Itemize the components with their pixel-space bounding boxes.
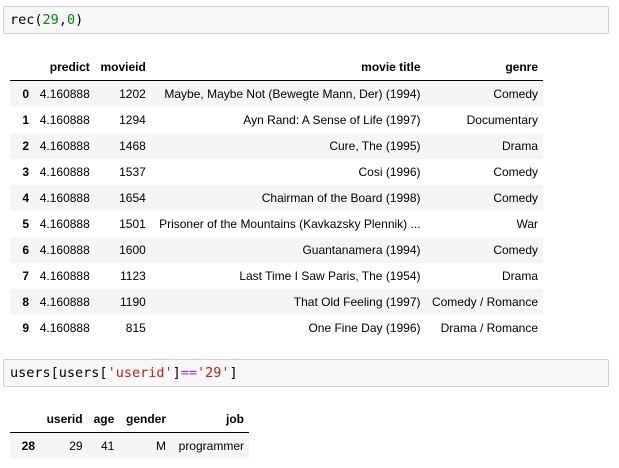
column-header-age: age	[87, 406, 120, 433]
table-header-row: predict movieid movie title genre	[10, 54, 543, 81]
table-row: 9 4.160888 815 One Fine Day (1996) Drama / R…	[10, 315, 543, 341]
table-row: 0 4.160888 1202 Maybe, Maybe Not (Bewegte M…	[10, 80, 543, 107]
cell-genre: Documentary	[466, 112, 538, 127]
row-index: 9	[22, 320, 29, 335]
cell-job: programmer	[178, 438, 244, 453]
recommendations-table-body: 0 4.160888 1202 Maybe, Maybe Not (Bewegte M…	[10, 80, 543, 341]
cell-genre: Drama / Romance	[440, 320, 538, 335]
cell-movieid: 1537	[119, 164, 146, 179]
equality-operator: ==	[180, 365, 197, 381]
open-bracket-inner: [	[99, 365, 108, 381]
row-index: 28	[21, 438, 35, 453]
cell-gender: M	[156, 438, 167, 453]
cell-title: One Fine Day (1996)	[308, 320, 421, 335]
table-row: 3 4.160888 1537 Cosi (1996) Comedy	[10, 159, 543, 185]
recommendations-dataframe: predict movieid movie title genre 0 4.160…	[10, 54, 543, 341]
table-header-row: userid age gender job	[10, 406, 249, 433]
cell-genre: Comedy	[493, 190, 538, 205]
cell-movieid: 1654	[119, 190, 146, 205]
table-row: 28 29 41 Mprogrammer	[10, 432, 249, 459]
cell-title: Cosi (1996)	[358, 164, 421, 179]
open-bracket: [	[50, 365, 59, 381]
cell-predict: 4.160888	[39, 268, 90, 283]
cell-movieid: 1501	[119, 216, 146, 231]
cell-movieid: 1190	[119, 294, 146, 309]
function-name: rec	[10, 12, 35, 28]
column-header-userid: userid	[40, 406, 88, 433]
arg-offset: 0	[66, 12, 76, 28]
cell-predict: 4.160888	[39, 164, 90, 179]
row-index: 4	[22, 190, 29, 205]
table-row: 7 4.160888 1123 Last Time I Saw Paris, The …	[10, 263, 543, 289]
column-header-movie-title: movie title	[150, 54, 426, 81]
users-table-body: 28 29 41 Mprogrammer	[10, 432, 249, 459]
open-paren: (	[34, 12, 43, 28]
variable-name: users	[10, 365, 51, 381]
cell-predict: 4.160888	[39, 216, 90, 231]
close-bracket: ]	[229, 365, 238, 381]
row-index: 7	[22, 268, 29, 283]
cell-genre: Drama	[501, 268, 538, 283]
cell-title: Cure, The (1995)	[329, 138, 421, 153]
row-index: 1	[22, 112, 29, 127]
cell-title: Prisoner of the Mountains (Kavkazsky Ple…	[159, 216, 421, 231]
cell-title: Chairman of the Board (1998)	[261, 190, 421, 205]
row-index: 3	[22, 164, 29, 179]
row-index: 6	[22, 242, 29, 257]
column-header-gender: gender	[119, 406, 172, 433]
cell-age: 41	[100, 438, 115, 453]
cell-title: Ayn Rand: A Sense of Life (1997)	[243, 112, 421, 127]
index-header	[10, 406, 40, 433]
cell-movieid: 1202	[119, 86, 146, 101]
close-bracket-inner: ]	[172, 365, 181, 381]
cell-genre: War	[516, 216, 538, 231]
cell-movieid: 1600	[119, 242, 146, 257]
cell-genre: Comedy / Romance	[431, 294, 538, 309]
cell-title: Last Time I Saw Paris, The (1954)	[239, 268, 421, 283]
cell-genre: Comedy	[493, 164, 538, 179]
table-row: 1 4.160888 1294 Ayn Rand: A Sense of Life (…	[10, 107, 543, 133]
cell-predict: 4.160888	[39, 242, 90, 257]
close-paren: )	[75, 12, 84, 28]
variable-name-inner: users	[58, 365, 100, 381]
cell-predict: 4.160888	[39, 138, 90, 153]
row-index: 8	[22, 294, 29, 309]
cell-genre: Drama	[501, 138, 538, 153]
column-header-movieid: movieid	[94, 54, 151, 81]
arg-userid: 29	[42, 12, 59, 28]
arg-separator: ,	[58, 12, 67, 28]
row-index: 2	[22, 138, 29, 153]
table-row: 4 4.160888 1654 Chairman of the Board (1998…	[10, 184, 543, 211]
column-header-genre: genre	[425, 54, 543, 81]
cell-movieid: 1294	[119, 112, 146, 127]
table-row: 2 4.160888 1468 Cure, The (1995) Drama	[10, 132, 543, 159]
code-cell-rec[interactable]: rec(29,0)	[3, 6, 609, 34]
index-header	[10, 54, 34, 81]
code-cell-users-filter[interactable]: users[users['userid']=='29']	[3, 359, 609, 387]
column-header-job: job	[171, 406, 249, 433]
cell-predict: 4.160888	[39, 86, 90, 101]
cell-userid: 29	[69, 438, 83, 453]
cell-predict: 4.160888	[39, 320, 90, 335]
row-index: 5	[22, 216, 29, 231]
cell-movieid: 815	[125, 320, 146, 335]
cell-title: Maybe, Maybe Not (Bewegte Mann, Der) (19…	[164, 86, 421, 101]
cell-movieid: 1123	[119, 268, 146, 283]
users-dataframe: userid age gender job 28 29 41 Mprogrammer	[10, 406, 249, 459]
cell-predict: 4.160888	[39, 190, 90, 205]
column-header-predict: predict	[34, 54, 95, 81]
cell-title: Guantanamera (1994)	[302, 242, 421, 257]
row-index: 0	[22, 86, 29, 101]
table-row: 8 4.160888 1190 That Old Feeling (1997) Come…	[10, 288, 543, 315]
cell-genre: Comedy	[493, 86, 538, 101]
table-row: 5 4.160888 1501 Prisoner of the Mountains (…	[10, 211, 543, 237]
filter-value-string: '29'	[197, 365, 230, 381]
cell-predict: 4.160888	[39, 294, 90, 309]
table-row: 6 4.160888 1600 Guantanamera (1994) Comedy	[10, 236, 543, 263]
cell-title: That Old Feeling (1997)	[293, 294, 421, 309]
cell-genre: Comedy	[493, 242, 538, 257]
cell-predict: 4.160888	[39, 112, 90, 127]
cell-movieid: 1468	[119, 138, 146, 153]
column-key-string: 'userid'	[107, 365, 173, 381]
